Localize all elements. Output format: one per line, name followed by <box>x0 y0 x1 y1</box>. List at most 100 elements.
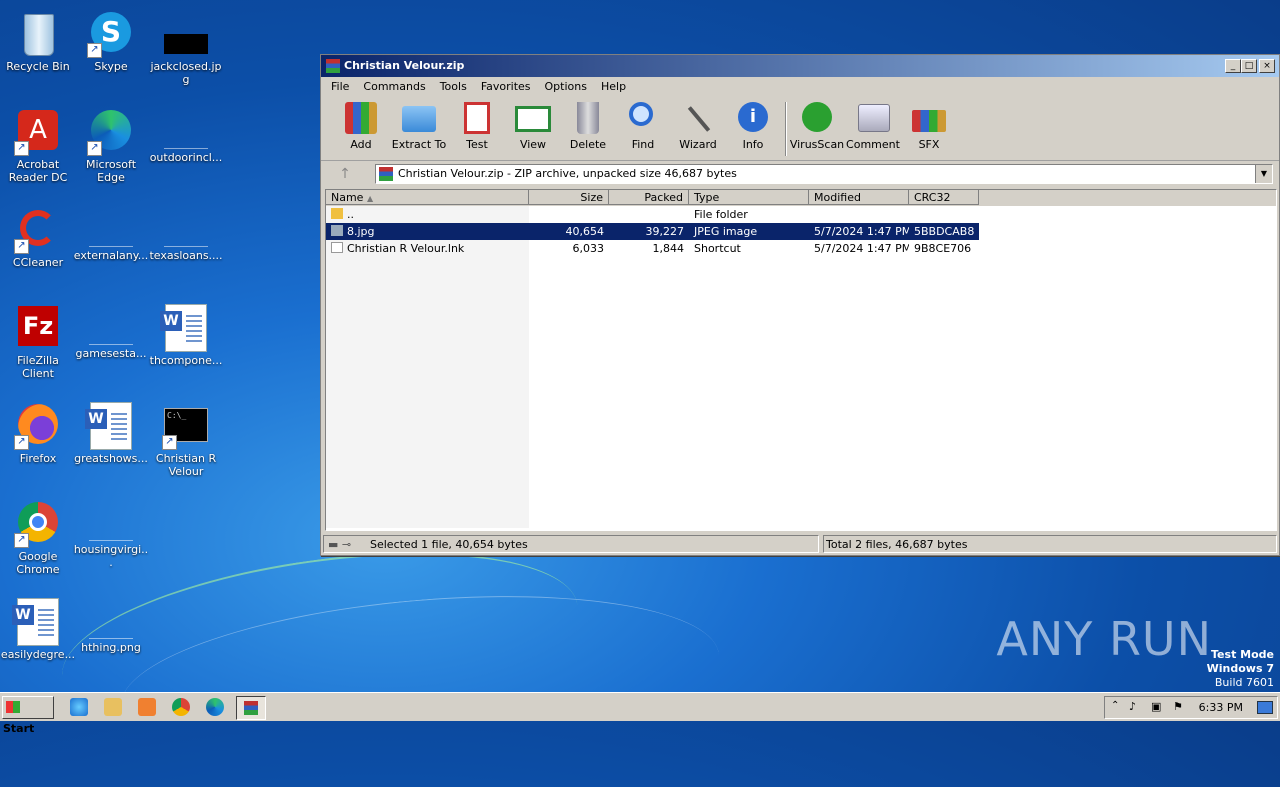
menu-tools[interactable]: Tools <box>433 80 474 93</box>
filezilla-icon: Fz <box>14 304 62 352</box>
desktop-icon-jackclosed[interactable]: jackclosed.jpg <box>148 4 224 86</box>
desktop-icon-acrobat[interactable]: A ↗ Acrobat Reader DC <box>0 102 76 184</box>
extract-to-button[interactable]: Extract To <box>389 100 449 151</box>
menu-file[interactable]: File <box>324 80 356 93</box>
desktop-icon-ccleaner[interactable]: ↗ CCleaner <box>0 200 76 269</box>
window-title: Christian Velour.zip <box>344 59 465 72</box>
chevron-down-icon[interactable]: ▼ <box>1255 165 1272 183</box>
start-button[interactable]: Start <box>2 696 54 735</box>
wizard-button[interactable]: Wizard <box>668 100 728 151</box>
windows-flag-icon <box>6 701 20 713</box>
menu-help[interactable]: Help <box>594 80 633 93</box>
tray-expand-icon[interactable]: ⌃ <box>1111 700 1119 711</box>
desktop-icon-label: texasloans.... <box>149 249 223 262</box>
toolbar: Add Extract To Test View Delete Find Wiz… <box>321 96 1279 161</box>
desktop-icon-label: thcompone... <box>149 354 223 367</box>
test-button[interactable]: Test <box>447 100 507 151</box>
status-left-panel: ▬ ⊸ Selected 1 file, 40,654 bytes <box>323 535 819 553</box>
shortcut-arrow-icon: ↗ <box>87 43 102 58</box>
desktop-icon-label: easilydegre... <box>0 648 76 661</box>
column-header-packed[interactable]: Packed <box>609 190 689 205</box>
internet-explorer-icon[interactable] <box>70 698 88 716</box>
maximize-button[interactable]: □ <box>1241 59 1257 73</box>
info-button[interactable]: i Info <box>723 100 783 151</box>
blank-file-icon <box>89 520 133 541</box>
jpeg-file-icon <box>331 225 343 236</box>
desktop-icon-gamesesta[interactable]: gamesesta... <box>73 298 149 360</box>
table-row[interactable]: Christian R Velour.lnk 6,033 1,844 Short… <box>326 240 979 257</box>
column-header-size[interactable]: Size <box>529 190 609 205</box>
up-arrow-icon[interactable]: ↑ <box>327 164 363 184</box>
desktop-icon-hthing[interactable]: hthing.png <box>73 592 149 654</box>
clock[interactable]: 6:33 PM <box>1199 701 1243 714</box>
desktop-icon-skype[interactable]: S ↗ Skype <box>73 4 149 73</box>
find-button[interactable]: Find <box>613 100 673 151</box>
menu-commands[interactable]: Commands <box>356 80 432 93</box>
add-label: Add <box>350 138 372 151</box>
desktop-icon-label: Recycle Bin <box>6 60 70 73</box>
column-header-modified[interactable]: Modified <box>809 190 909 205</box>
table-row[interactable]: 8.jpg 40,654 39,227 JPEG image 5/7/2024 … <box>326 223 979 240</box>
desktop-icon-christian-velour[interactable]: C:\_ ↗ Christian R Velour <box>148 396 224 478</box>
acrobat-icon: A ↗ <box>14 108 62 156</box>
cmd-shortcut-icon: C:\_ ↗ <box>162 402 210 450</box>
virusscan-button[interactable]: VirusScan <box>787 100 847 151</box>
blank-file-icon <box>164 226 208 247</box>
sfx-box-icon <box>911 100 947 136</box>
word-document-icon: W <box>12 598 59 646</box>
desktop-icon-label: Christian R Velour <box>155 452 217 478</box>
action-center-flag-icon[interactable]: ⚑ <box>1173 700 1183 713</box>
winrar-taskbar-button[interactable] <box>236 696 266 720</box>
menu-bar: File Commands Tools Favorites Options He… <box>321 77 1279 96</box>
status-selected-text: Selected 1 file, 40,654 bytes <box>370 538 528 551</box>
title-bar[interactable]: Christian Velour.zip _ □ × <box>321 55 1279 77</box>
view-button[interactable]: View <box>503 100 563 151</box>
media-player-icon[interactable] <box>138 698 156 716</box>
explorer-folder-icon[interactable] <box>104 698 122 716</box>
menu-options[interactable]: Options <box>538 80 594 93</box>
shortcut-arrow-icon: ↗ <box>14 533 29 548</box>
comment-button[interactable]: Comment <box>843 100 903 151</box>
file-list[interactable]: Name ▲ Size Packed Type Modified CRC32 .… <box>325 189 1277 531</box>
desktop-icon-label: externalany... <box>73 249 149 262</box>
desktop-icon-easilydegre[interactable]: W easilydegre... <box>0 592 76 661</box>
desktop-icon-label: housingvirgi... <box>73 543 149 569</box>
view-book-icon <box>515 100 551 136</box>
column-header-crc32[interactable]: CRC32 <box>909 190 979 205</box>
column-header-name[interactable]: Name ▲ <box>326 190 529 205</box>
blank-file-icon <box>89 226 133 247</box>
desktop-icon-edge[interactable]: ↗ Microsoft Edge <box>73 102 149 184</box>
desktop-icon-label: FileZilla Client <box>17 354 59 380</box>
address-field[interactable]: Christian Velour.zip - ZIP archive, unpa… <box>375 164 1273 184</box>
menu-favorites[interactable]: Favorites <box>474 80 538 93</box>
table-row[interactable]: .. File folder <box>326 206 979 223</box>
add-button[interactable]: Add <box>331 100 391 151</box>
bug-icon <box>799 100 835 136</box>
show-desktop-icon[interactable] <box>1257 701 1273 714</box>
delete-button[interactable]: Delete <box>558 100 618 151</box>
desktop-icon-externalany[interactable]: externalany... <box>73 200 149 262</box>
desktop-icon-filezilla[interactable]: Fz FileZilla Client <box>0 298 76 380</box>
desktop-icon-chrome[interactable]: ↗ Google Chrome <box>0 494 76 576</box>
desktop-icon-recycle-bin[interactable]: Recycle Bin <box>0 4 76 73</box>
minimize-button[interactable]: _ <box>1225 59 1241 73</box>
desktop-icon-firefox[interactable]: ↗ Firefox <box>0 396 76 465</box>
test-label: Test <box>466 138 488 151</box>
desktop-icon-outdoorincl[interactable]: outdoorincl... <box>148 102 224 164</box>
desktop-icon-greatshows[interactable]: W greatshows... <box>73 396 149 465</box>
desktop-icon-label: Google Chrome <box>16 550 60 576</box>
sfx-button[interactable]: SFX <box>899 100 959 151</box>
desktop-icon-texasloans[interactable]: texasloans.... <box>148 200 224 262</box>
desktop-icon-thcompone[interactable]: W thcompone... <box>148 298 224 367</box>
virusscan-label: VirusScan <box>789 138 845 151</box>
column-header-type[interactable]: Type <box>689 190 809 205</box>
network-icon[interactable]: ▣ <box>1151 700 1161 713</box>
edge-taskbar-icon[interactable] <box>206 698 224 716</box>
delete-label: Delete <box>569 138 607 151</box>
speaker-icon[interactable]: ♪ <box>1129 700 1136 713</box>
close-button[interactable]: × <box>1259 59 1275 73</box>
desktop-icon-label: greatshows... <box>74 452 148 465</box>
chrome-taskbar-icon[interactable] <box>172 698 190 716</box>
desktop-icon-housingvirgi[interactable]: housingvirgi... <box>73 494 149 569</box>
word-document-icon: W <box>85 402 132 450</box>
